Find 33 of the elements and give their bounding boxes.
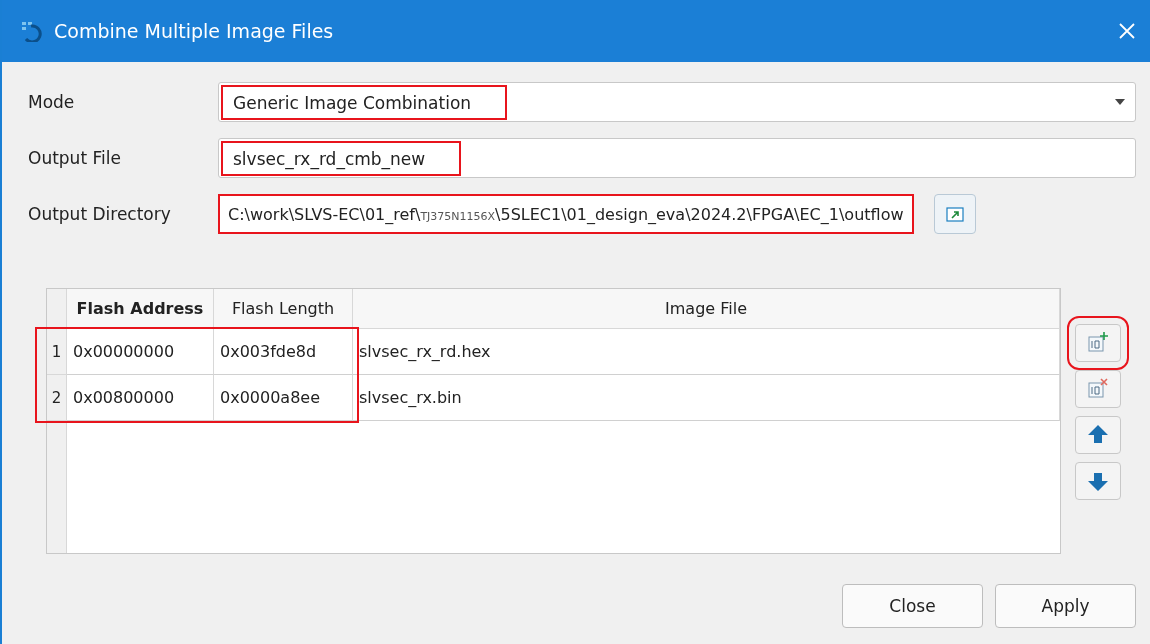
remove-file-icon [1086,377,1110,401]
output-directory-field[interactable]: C:\work\SLVS-EC\01_ref\TJ375N1156X\5SLEC1\01_design_eva\2024.2\FPGA\EC_1\outflow [218,194,914,234]
row-number: 2 [47,375,67,421]
field-label: Mode [28,92,76,112]
dialog-button[interactable]: Apply [995,584,1136,628]
folder-icon [945,206,964,222]
down-button[interactable] [1075,462,1121,500]
field-value: slvsec_rx_rd_cmb_new [221,140,462,176]
mode-value: Generic Image Combination [221,84,508,120]
field-label: Output File [28,148,122,168]
row-number: 1 [47,329,67,375]
table-cell: slvsec_rx.bin [353,375,1060,421]
dialog-button[interactable]: Close [842,584,983,628]
column-header[interactable]: Flash Length [214,289,353,329]
table-cell: slvsec_rx_rd.hex [353,329,1060,375]
column-header[interactable]: Image File [353,289,1060,329]
caret-icon [1115,99,1125,105]
browse-button[interactable] [933,194,976,234]
table-cell: 0x00000000 [67,329,214,375]
table-cell: 0x00800000 [67,375,214,421]
up-button[interactable] [1075,416,1121,454]
window-title: Combine Multiple Image Files [54,20,334,42]
output-file-field[interactable]: slvsec_rx_rd_cmb_new [218,138,1136,178]
field-label: Output Directory [28,204,172,224]
column-header[interactable]: Flash Address [67,289,214,329]
table-cell: 0x0000a8ee [214,375,353,421]
add-file-icon [1086,331,1110,355]
table-corner [47,289,67,329]
table-cell: 0x003fde8d [214,329,353,375]
remove-button[interactable] [1075,370,1121,408]
mode-dropdown[interactable]: Generic Image Combination [218,82,1136,122]
close-icon [1118,22,1136,40]
app-icon [20,20,44,42]
